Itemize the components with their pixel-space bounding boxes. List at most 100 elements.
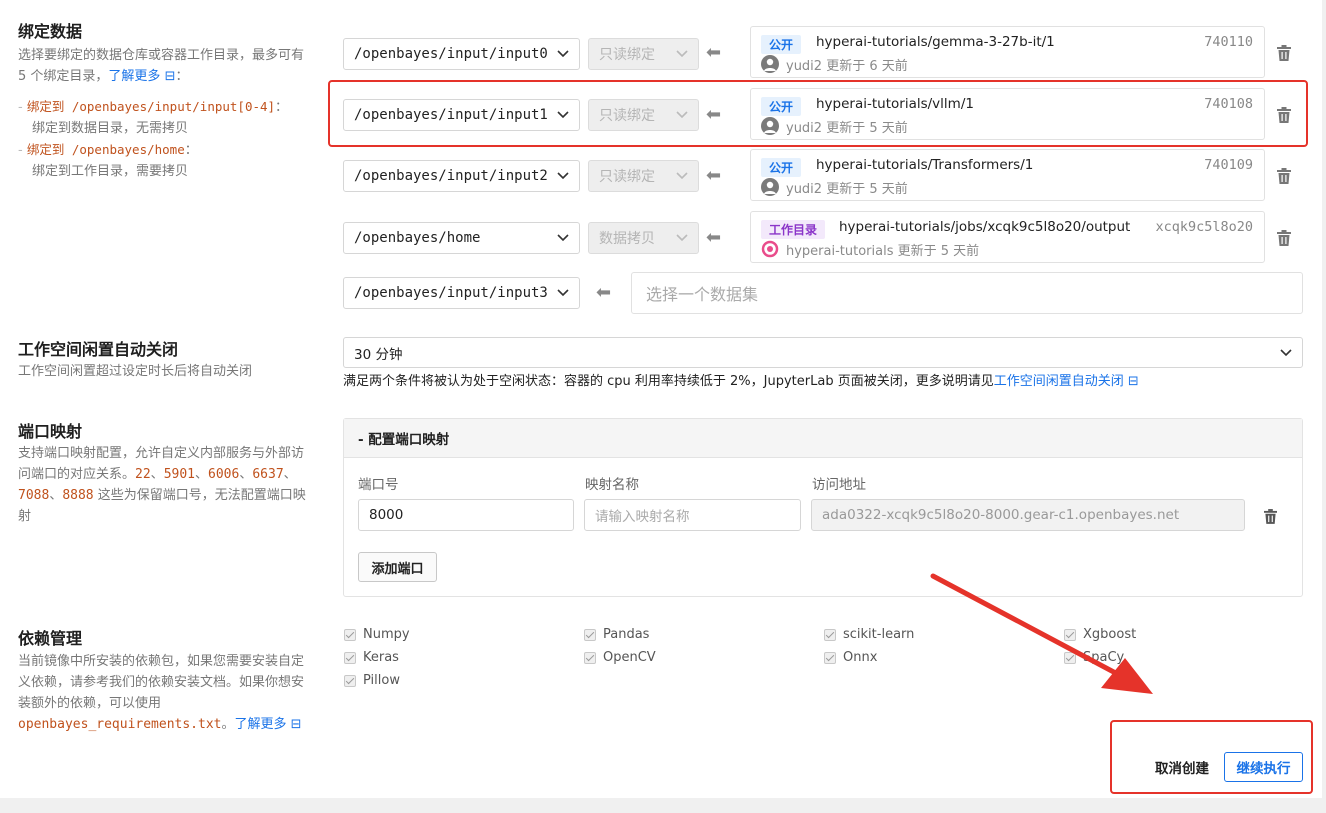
- mount-path-value: /openbayes/input/input3: [354, 285, 548, 301]
- dep-checkbox: Keras: [344, 650, 399, 665]
- binding-learn-more-link[interactable]: 了解更多 ⊟: [108, 69, 175, 84]
- requirements-file: openbayes_requirements.txt: [18, 717, 222, 732]
- reserved-port: 6637: [252, 467, 284, 482]
- dep-label: scikit-learn: [843, 627, 915, 642]
- mount-path-value: /openbayes/input/input0: [354, 46, 548, 62]
- dataset-name: hyperai-tutorials/gemma-3-27b-it/1: [816, 34, 1055, 50]
- brand-avatar-icon: [761, 240, 779, 258]
- arrow-left-icon: ⬅: [706, 165, 722, 186]
- deps-desc-line: 义依赖，请参考我们的依赖安装文档。如果你想安: [18, 675, 305, 690]
- period: 。: [221, 717, 235, 732]
- add-port-button[interactable]: 添加端口: [358, 552, 437, 582]
- mount-path-select[interactable]: /openbayes/home: [343, 222, 580, 254]
- bullet-dash-icon: -: [18, 100, 27, 115]
- idle-timeout-select[interactable]: 30 分钟: [343, 337, 1303, 368]
- deps-desc-line: openbayes_requirements.txt。了解更多 ⊟: [18, 714, 338, 735]
- updated-time: 更新于 5 天前: [897, 244, 980, 259]
- ports-desc-line: 射: [18, 509, 32, 524]
- binding-desc-line: 选择要绑定的数据仓库或容器工作目录，最多可有: [18, 48, 305, 63]
- mount-mode-select: 只读绑定: [588, 38, 699, 70]
- idle-timeout-value: 30 分钟: [354, 346, 403, 363]
- chevron-down-icon: [676, 172, 688, 180]
- colon: ：: [275, 100, 289, 115]
- user-avatar-icon: [764, 58, 776, 71]
- idle-note: 满足两个条件将被认为处于空闲状态：容器的 cpu 利用率持续低于 2%，Jupy…: [343, 370, 1139, 389]
- col-port-label: 端口号: [358, 477, 399, 493]
- binding-rule-1: - 绑定到 /openbayes/input/input[0-4]：: [18, 96, 333, 118]
- avatar: [761, 178, 779, 196]
- checkbox-checked-icon: [344, 651, 356, 664]
- add-port-label: 添加端口: [371, 561, 424, 577]
- idle-doc-link[interactable]: 工作空间闲置自动关闭 ⊟: [994, 374, 1139, 389]
- checkbox-checked-icon: [584, 628, 596, 641]
- dataset-card[interactable]: 工作目录 hyperai-tutorials/jobs/xcqk9c5l8o20…: [750, 211, 1265, 263]
- workdir-badge: 工作目录: [761, 220, 826, 239]
- mount-mode-value: 只读绑定: [599, 47, 655, 63]
- rule-2-label: 绑定到 /openbayes/home: [26, 142, 185, 157]
- dep-label: OpenCV: [603, 650, 656, 665]
- rule-1-label: 绑定到 /openbayes/input/input[0-4]: [26, 99, 276, 114]
- separator: 、: [195, 467, 209, 482]
- idle-title: 工作空间闲置自动关闭: [18, 340, 179, 359]
- rule-1-desc: 绑定到数据目录，无需拷贝: [32, 121, 189, 136]
- checkbox-checked-icon: [344, 628, 356, 641]
- idle-note-text: 满足两个条件将被认为处于空闲状态：容器的 cpu 利用率持续低于 2%，Jupy…: [343, 374, 994, 389]
- port-number-input[interactable]: 8000: [358, 499, 574, 531]
- mapping-name-input[interactable]: 请输入映射名称: [584, 499, 801, 531]
- dep-label: Keras: [363, 650, 399, 665]
- dataset-picker[interactable]: 选择一个数据集: [631, 272, 1303, 314]
- annotation-arrow-icon: [930, 573, 1153, 694]
- user-avatar-icon: [764, 181, 776, 194]
- dataset-id: 740109: [1204, 157, 1253, 173]
- checkbox-checked-icon: [344, 674, 356, 687]
- deps-desc: 当前镜像中所安装的依赖包，如果您需要安装自定 义依赖，请参考我们的依赖安装文档。…: [18, 651, 338, 735]
- mount-path-select[interactable]: /openbayes/input/input0: [343, 38, 580, 70]
- chevron-down-icon: [676, 234, 688, 242]
- mount-path-select[interactable]: /openbayes/input/input3: [343, 277, 580, 309]
- binding-rule-2: - 绑定到 /openbayes/home：: [18, 139, 333, 161]
- trash-icon[interactable]: [1277, 168, 1291, 184]
- trash-icon[interactable]: [1277, 45, 1291, 61]
- mount-path-select[interactable]: /openbayes/input/input2: [343, 160, 580, 192]
- separator: 、: [49, 488, 63, 503]
- updated-time: 更新于 6 天前: [826, 59, 908, 74]
- reserved-port: 6006: [208, 467, 240, 482]
- port-config-header[interactable]: - 配置端口映射: [344, 419, 1302, 458]
- access-address-value: ada0322-xcqk9c5l8o20-8000.gear-c1.openba…: [822, 507, 1180, 523]
- dataset-card[interactable]: 公开 hyperai-tutorials/gemma-3-27b-it/1 74…: [750, 26, 1265, 78]
- dep-checkbox: Pandas: [584, 627, 649, 642]
- trash-icon[interactable]: [1264, 509, 1277, 524]
- binding-desc-line: 5 个绑定目录，了解更多 ⊟：: [18, 66, 333, 87]
- annotation-highlight-box: [328, 80, 1308, 147]
- ports-title: 端口映射: [18, 422, 83, 441]
- bullet-dash-icon: -: [18, 143, 27, 158]
- arrow-left-icon: ⬅: [706, 227, 722, 248]
- reserved-port: 7088: [18, 488, 50, 503]
- checkbox-checked-icon: [584, 651, 596, 664]
- trash-icon[interactable]: [1277, 230, 1291, 246]
- deps-desc-line: 装额外的依赖，可以使用: [18, 696, 162, 711]
- port-config-title: - 配置端口映射: [358, 432, 450, 448]
- dataset-picker-placeholder: 选择一个数据集: [646, 285, 759, 304]
- avatar: [761, 240, 779, 258]
- dep-label: Onnx: [843, 650, 878, 665]
- mount-mode-value: 只读绑定: [599, 169, 655, 185]
- arrow-left-icon: ⬅: [596, 282, 612, 303]
- arrow-left-icon: ⬅: [706, 42, 722, 63]
- updated-time: 更新于 5 天前: [826, 182, 908, 197]
- ports-desc-text: 这些为保留端口号，无法配置端口映: [93, 488, 306, 503]
- deps-learn-more-link[interactable]: 了解更多 ⊟: [235, 717, 302, 732]
- chevron-down-icon: [557, 172, 569, 180]
- chevron-down-icon: [557, 289, 569, 297]
- chevron-down-icon: [676, 50, 688, 58]
- separator: 、: [239, 467, 253, 482]
- chevron-down-icon: [557, 50, 569, 58]
- dataset-card[interactable]: 公开 hyperai-tutorials/Transformers/1 7401…: [750, 149, 1265, 201]
- dataset-owner: yudi2 更新于 5 天前: [786, 178, 908, 197]
- chevron-down-icon: [1280, 348, 1292, 356]
- dep-checkbox: Onnx: [824, 650, 877, 665]
- learn-more-label: 了解更多: [108, 69, 161, 84]
- dep-label: Numpy: [363, 627, 410, 642]
- avatar: [761, 55, 779, 73]
- chevron-down-icon: [557, 234, 569, 242]
